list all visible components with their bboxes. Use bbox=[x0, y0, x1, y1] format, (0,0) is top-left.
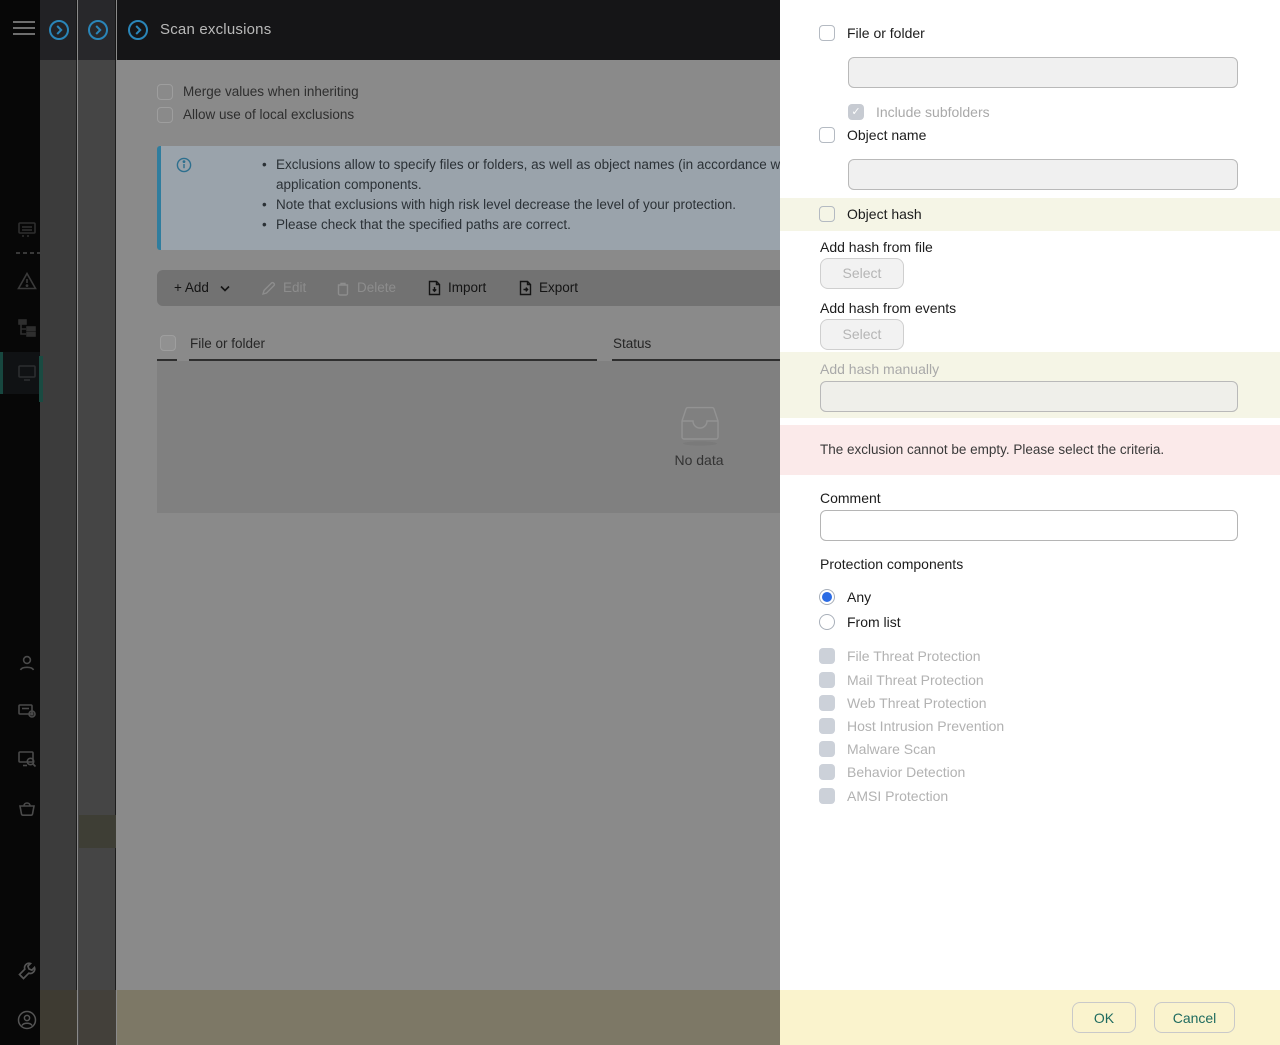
comment-label: Comment bbox=[820, 490, 881, 506]
protection-any-radio[interactable] bbox=[819, 589, 835, 605]
include-subfolders-label: Include subfolders bbox=[876, 104, 990, 120]
panel-1-active-indicator bbox=[39, 356, 43, 402]
add-hash-manually-label: Add hash manually bbox=[820, 361, 940, 377]
component-label-file-threat: File Threat Protection bbox=[847, 648, 981, 664]
no-data-tray-icon bbox=[675, 403, 725, 447]
column-header-status[interactable]: Status bbox=[613, 336, 651, 351]
select-hash-from-file-button: Select bbox=[820, 258, 904, 289]
expand-panel-2-button[interactable] bbox=[87, 19, 109, 41]
collapsed-panel-1 bbox=[40, 0, 77, 1045]
component-checkbox-amsi bbox=[819, 788, 835, 804]
alerts-warning-icon[interactable] bbox=[16, 270, 38, 292]
add-exclusion-drawer: ✕ File or folder ✓ Include subfolders Ob… bbox=[780, 0, 1280, 1045]
delete-button[interactable]: Delete bbox=[336, 270, 396, 306]
edit-button[interactable]: Edit bbox=[261, 270, 306, 306]
page-title: Scan exclusions bbox=[160, 21, 272, 38]
component-checkbox-file-threat bbox=[819, 648, 835, 664]
monitoring-console-icon[interactable] bbox=[16, 219, 38, 241]
object-hash-label: Object hash bbox=[847, 206, 922, 222]
object-name-label: Object name bbox=[847, 127, 927, 143]
hierarchy-tree-icon[interactable] bbox=[16, 317, 38, 339]
component-label-host-intrusion: Host Intrusion Prevention bbox=[847, 718, 1005, 734]
collapse-current-panel-button[interactable] bbox=[127, 19, 149, 41]
file-or-folder-checkbox[interactable] bbox=[819, 25, 835, 41]
import-button[interactable]: Import bbox=[428, 270, 486, 306]
comment-input[interactable] bbox=[820, 510, 1238, 541]
allow-local-exclusions-checkbox[interactable] bbox=[157, 107, 173, 123]
account-person-circle-icon[interactable] bbox=[16, 1009, 38, 1031]
info-icon bbox=[176, 157, 192, 173]
sidebar-item-active-devices[interactable] bbox=[0, 352, 40, 394]
panel-2-notification-patch bbox=[79, 815, 116, 848]
users-person-icon[interactable] bbox=[16, 652, 38, 674]
protection-from-list-radio[interactable] bbox=[819, 614, 835, 630]
cancel-button[interactable]: Cancel bbox=[1154, 1002, 1235, 1033]
column-header-file-or-folder[interactable]: File or folder bbox=[190, 336, 265, 351]
component-label-web-threat: Web Threat Protection bbox=[847, 695, 987, 711]
protection-any-label: Any bbox=[847, 589, 872, 605]
device-discovery-icon[interactable] bbox=[16, 748, 38, 770]
active-item-indicator bbox=[0, 352, 3, 394]
protection-from-list-label: From list bbox=[847, 614, 901, 630]
tasks-document-gear-icon[interactable] bbox=[16, 700, 38, 722]
component-checkbox-behavior-detection bbox=[819, 764, 835, 780]
hamburger-menu-icon[interactable] bbox=[12, 19, 36, 37]
component-label-malware-scan: Malware Scan bbox=[847, 741, 936, 757]
object-name-checkbox[interactable] bbox=[819, 127, 835, 143]
component-checkbox-malware-scan bbox=[819, 741, 835, 757]
expand-panel-1-button[interactable] bbox=[48, 19, 70, 41]
object-hash-checkbox[interactable] bbox=[819, 206, 835, 222]
file-or-folder-input bbox=[848, 57, 1238, 88]
add-hash-from-file-label: Add hash from file bbox=[820, 239, 933, 255]
protection-components-title: Protection components bbox=[820, 556, 964, 572]
marketplace-basket-icon[interactable] bbox=[16, 797, 38, 819]
component-label-mail-threat: Mail Threat Protection bbox=[847, 672, 984, 688]
validation-error-band: The exclusion cannot be empty. Please se… bbox=[780, 425, 1280, 475]
component-checkbox-host-intrusion bbox=[819, 718, 835, 734]
collapsed-panel-2 bbox=[78, 0, 116, 1045]
settings-wrench-icon[interactable] bbox=[16, 960, 38, 982]
panel-2-footer-tint bbox=[79, 990, 116, 1045]
allow-local-exclusions-label: Allow use of local exclusions bbox=[183, 107, 355, 122]
file-or-folder-label: File or folder bbox=[847, 25, 925, 41]
no-data-label: No data bbox=[674, 452, 724, 468]
export-button[interactable]: Export bbox=[519, 270, 578, 306]
component-checkbox-web-threat bbox=[819, 695, 835, 711]
select-hash-from-events-button: Select bbox=[820, 319, 904, 350]
drawer-footer: OK Cancel bbox=[780, 990, 1280, 1045]
component-label-amsi: AMSI Protection bbox=[847, 788, 949, 804]
merge-values-checkbox[interactable] bbox=[157, 84, 173, 100]
panel-1-footer-tint bbox=[40, 990, 77, 1045]
object-name-input bbox=[848, 159, 1238, 190]
include-subfolders-checkbox: ✓ bbox=[848, 104, 864, 120]
add-hash-from-events-label: Add hash from events bbox=[820, 300, 957, 316]
add-button[interactable]: + Add bbox=[174, 270, 230, 306]
validation-error-text: The exclusion cannot be empty. Please se… bbox=[820, 442, 1165, 457]
add-hash-manually-input bbox=[820, 381, 1238, 412]
component-label-behavior-detection: Behavior Detection bbox=[847, 764, 966, 780]
merge-values-label: Merge values when inheriting bbox=[183, 84, 359, 99]
ok-button[interactable]: OK bbox=[1072, 1002, 1136, 1033]
nav-rail bbox=[0, 0, 40, 1045]
component-checkbox-mail-threat bbox=[819, 672, 835, 688]
select-all-checkbox[interactable] bbox=[160, 335, 176, 351]
app-root: Scan exclusions Merge values when inheri… bbox=[0, 0, 1280, 1045]
